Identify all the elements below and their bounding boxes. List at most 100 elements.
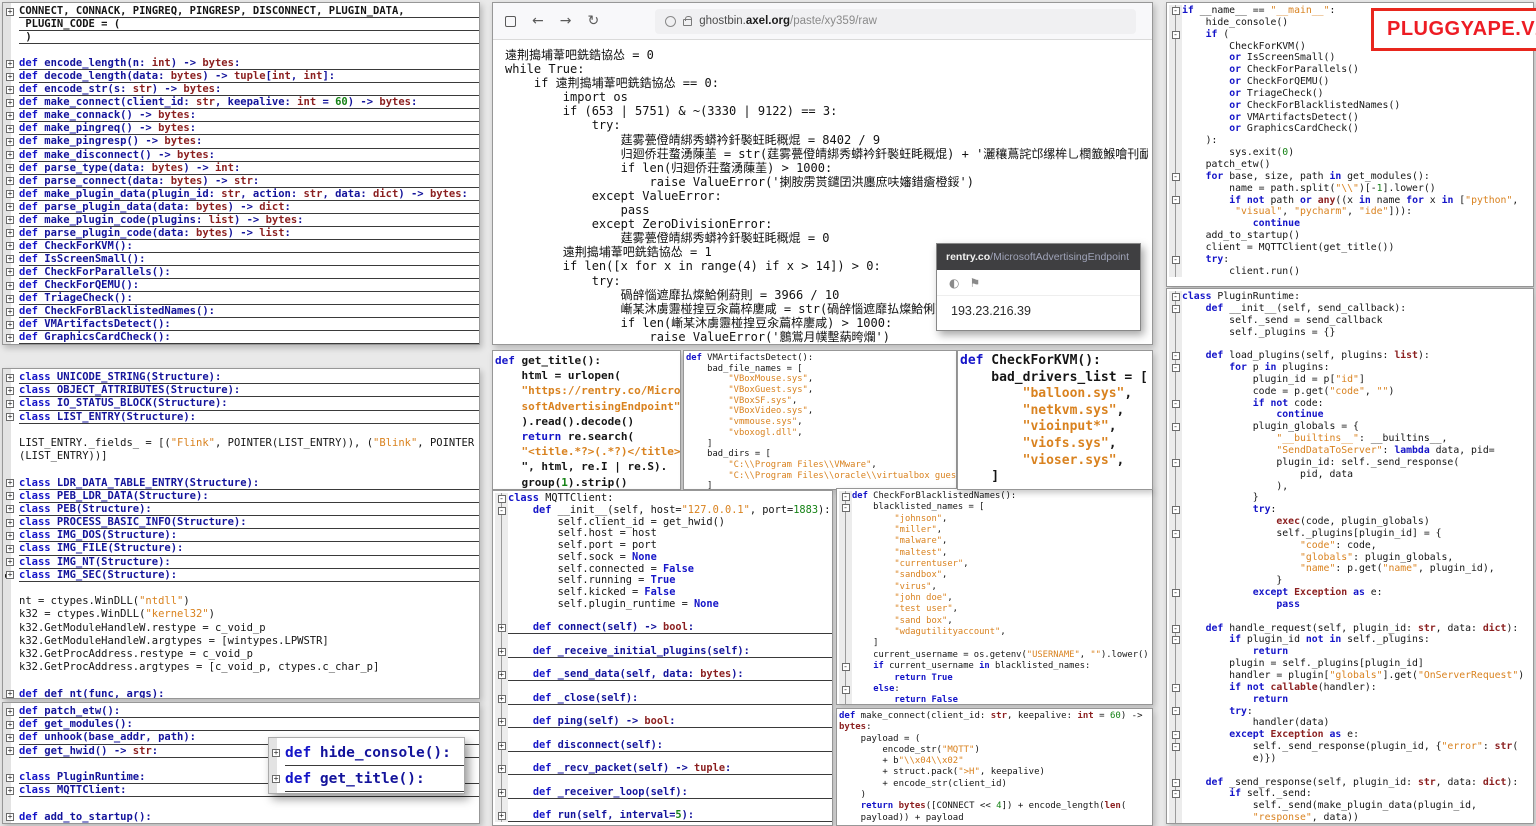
fold-toggle-icon[interactable]: -: [1172, 7, 1180, 15]
fold-toggle-icon[interactable]: +: [6, 400, 14, 408]
fold-toggle-icon[interactable]: -: [1172, 636, 1180, 644]
fold-gutter: -: [1169, 682, 1182, 694]
code-line: pass: [505, 203, 1148, 217]
fold-toggle-icon[interactable]: +: [6, 721, 14, 729]
fold-toggle-icon[interactable]: +: [6, 519, 14, 527]
fold-toggle-icon[interactable]: +: [6, 374, 14, 382]
fold-toggle-icon[interactable]: +: [6, 787, 14, 795]
fold-toggle-icon[interactable]: +: [6, 8, 14, 16]
fold-toggle-icon[interactable]: +: [6, 690, 14, 698]
fold-toggle-icon[interactable]: +: [6, 532, 14, 540]
fold-toggle-icon[interactable]: -: [842, 493, 850, 501]
fold-toggle-icon[interactable]: +: [498, 648, 506, 656]
fold-toggle-icon[interactable]: +: [6, 99, 14, 107]
fold-toggle-icon[interactable]: +: [498, 624, 506, 632]
fold-toggle-icon[interactable]: +: [6, 747, 14, 755]
tab-icon[interactable]: [505, 16, 516, 27]
fold-toggle-icon[interactable]: +: [6, 164, 14, 172]
fold-toggle-icon[interactable]: +: [6, 334, 14, 342]
fold-toggle-icon[interactable]: -: [1172, 707, 1180, 715]
fold-toggle-icon[interactable]: +: [6, 177, 14, 185]
fold-toggle-icon[interactable]: +: [6, 774, 14, 782]
fold-toggle-icon[interactable]: +: [6, 813, 14, 821]
fold-toggle-icon[interactable]: +: [6, 545, 14, 553]
fold-toggle-icon[interactable]: +: [6, 734, 14, 742]
fold-toggle-icon[interactable]: +: [498, 789, 506, 797]
fold-toggle-icon[interactable]: +: [6, 708, 14, 716]
fold-toggle-icon[interactable]: -: [1172, 506, 1180, 514]
fold-toggle-icon[interactable]: +: [6, 282, 14, 290]
fold-toggle-icon[interactable]: -: [1172, 423, 1180, 431]
permissions-icon[interactable]: [665, 16, 676, 27]
fold-toggle-icon[interactable]: +: [6, 387, 14, 395]
fold-toggle-icon[interactable]: -: [1172, 196, 1180, 204]
url-bar[interactable]: ghostbin.axel.org/paste/xy359/raw: [655, 9, 1136, 34]
fold-toggle-icon[interactable]: +: [6, 125, 14, 133]
fold-toggle-icon[interactable]: -: [842, 686, 850, 694]
fold-toggle-icon[interactable]: +: [6, 479, 14, 487]
fold-toggle-icon[interactable]: -: [842, 504, 850, 512]
fold-toggle-icon[interactable]: -: [1172, 173, 1180, 181]
fold-toggle-icon[interactable]: -: [1172, 743, 1180, 751]
fold-toggle-icon[interactable]: +: [498, 742, 506, 750]
fold-toggle-icon[interactable]: +: [272, 749, 280, 757]
fold-toggle-icon[interactable]: -: [1172, 459, 1180, 467]
fold-toggle-icon[interactable]: +: [6, 413, 14, 421]
fold-toggle-icon[interactable]: +: [6, 255, 14, 263]
fold-toggle-icon[interactable]: -: [1172, 790, 1180, 798]
fold-toggle-icon[interactable]: -: [1172, 305, 1180, 313]
fold-toggle-icon[interactable]: +: [6, 308, 14, 316]
fold-toggle-icon[interactable]: +: [6, 86, 14, 94]
fold-toggle-icon[interactable]: +: [6, 321, 14, 329]
fold-toggle-icon[interactable]: -: [1172, 31, 1180, 39]
fold-margin: +: [5, 542, 19, 555]
fold-toggle-icon[interactable]: -: [1172, 589, 1180, 597]
fold-toggle-icon[interactable]: -: [1172, 625, 1180, 633]
fold-toggle-icon[interactable]: +: [6, 229, 14, 237]
flag-icon[interactable]: ⚑: [969, 276, 980, 290]
fold-toggle-icon[interactable]: -: [498, 507, 506, 515]
fold-toggle-icon[interactable]: +: [498, 812, 506, 820]
fold-toggle-icon[interactable]: +: [6, 505, 14, 513]
fold-toggle-icon[interactable]: +: [498, 695, 506, 703]
fold-toggle-icon[interactable]: +: [6, 295, 14, 303]
fold-toggle-icon[interactable]: -: [1172, 364, 1180, 372]
fold-toggle-icon[interactable]: +: [6, 138, 14, 146]
fold-toggle-icon[interactable]: +: [6, 492, 14, 500]
fold-toggle-icon[interactable]: +: [6, 558, 14, 566]
fold-toggle-icon[interactable]: +: [498, 718, 506, 726]
fold-toggle-icon[interactable]: +: [6, 242, 14, 250]
reload-button[interactable]: ↻: [587, 13, 599, 29]
fold-toggle-icon[interactable]: -: [1172, 293, 1180, 301]
fold-toggle-icon[interactable]: -: [1172, 530, 1180, 538]
theme-toggle-icon[interactable]: ◐: [949, 276, 959, 290]
fold-toggle-icon[interactable]: -: [498, 495, 506, 503]
fold-toggle-icon[interactable]: -: [1172, 352, 1180, 360]
fold-toggle-icon[interactable]: +: [6, 60, 14, 68]
code-line: continue: [1169, 409, 1533, 421]
fold-toggle-icon[interactable]: +: [6, 73, 14, 81]
code-line: self.connected = False: [495, 564, 832, 576]
fold-toggle-icon[interactable]: +: [6, 203, 14, 211]
fold-toggle-icon[interactable]: -: [1172, 779, 1180, 787]
fold-toggle-icon[interactable]: +: [6, 216, 14, 224]
fold-toggle-icon[interactable]: +: [272, 775, 280, 783]
fold-gutter: +: [495, 693, 508, 705]
fold-toggle-icon[interactable]: +: [6, 190, 14, 198]
fold-gutter: -: [1169, 398, 1182, 410]
fold-toggle-icon[interactable]: -: [1172, 400, 1180, 408]
fold-toggle-icon[interactable]: -: [1172, 256, 1180, 264]
fold-toggle-icon[interactable]: +: [6, 151, 14, 159]
fold-toggle-icon[interactable]: -: [1172, 684, 1180, 692]
back-button[interactable]: ←: [532, 13, 544, 29]
forward-button[interactable]: →: [560, 13, 572, 29]
fold-toggle-icon[interactable]: -: [842, 663, 850, 671]
fold-toggle-icon[interactable]: +: [6, 112, 14, 120]
code-line: +class PEB_LDR_DATA(Structure):: [5, 490, 479, 503]
fold-toggle-icon[interactable]: +: [6, 571, 14, 579]
fold-toggle-icon[interactable]: -: [1172, 731, 1180, 739]
fold-toggle-icon[interactable]: +: [6, 268, 14, 276]
code-line: "SendDataToServer": lambda data, pid=: [1169, 445, 1533, 457]
fold-toggle-icon[interactable]: +: [498, 765, 506, 773]
fold-toggle-icon[interactable]: +: [498, 671, 506, 679]
